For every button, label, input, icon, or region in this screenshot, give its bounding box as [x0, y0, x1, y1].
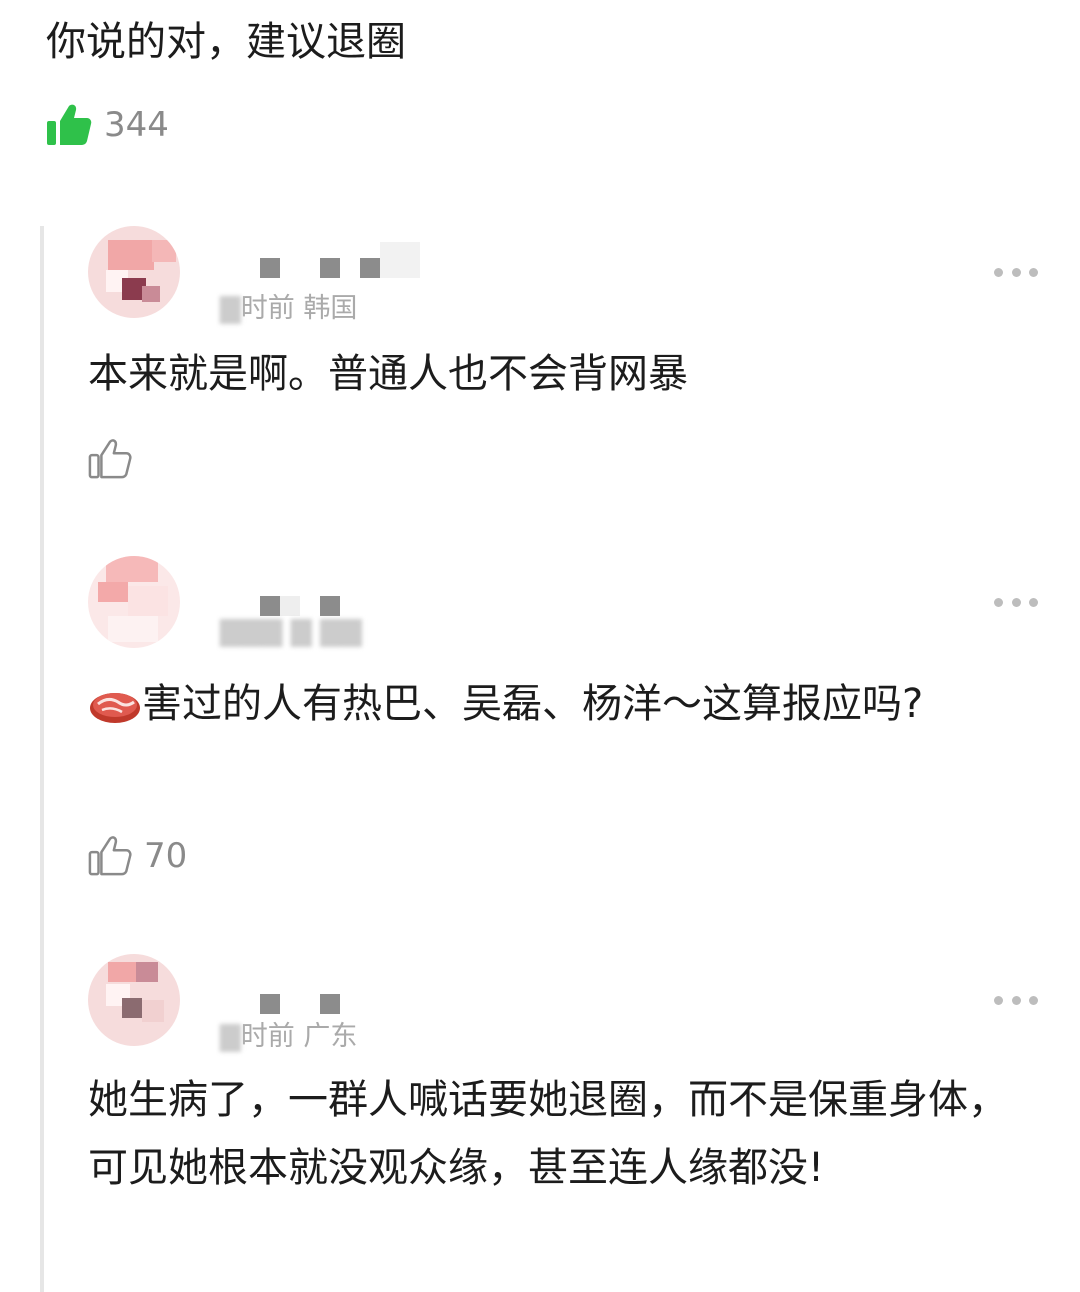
meta-redacted: ▇ — [220, 293, 241, 324]
reply-meta: ▇时前 广东 — [220, 1021, 358, 1052]
more-options-icon[interactable] — [994, 264, 1038, 280]
meat-emoji-icon — [90, 693, 140, 723]
meta-redacted: ▇▇▇ ▇ ▇▇ — [220, 616, 362, 647]
reply-meta-redacted: ▇▇▇ ▇ ▇▇ — [220, 616, 362, 647]
username-redacted[interactable] — [220, 970, 430, 1014]
like-button[interactable]: 70 — [88, 831, 187, 881]
avatar[interactable] — [88, 226, 180, 318]
reply-text: 害过的人有热巴、吴磊、杨洋～这算报应吗? — [88, 670, 1038, 738]
reply-text: 本来就是啊。普通人也不会背网暴 — [88, 351, 688, 397]
main-like-button[interactable]: 344 — [46, 100, 169, 150]
thumbs-up-outline-icon — [88, 836, 132, 876]
username-redacted[interactable] — [220, 242, 430, 282]
username-redacted[interactable] — [220, 572, 430, 616]
like-count: 70 — [144, 836, 188, 876]
like-button[interactable] — [88, 434, 144, 484]
more-options-icon[interactable] — [994, 594, 1038, 610]
meta-redacted: ▇ — [220, 1021, 241, 1052]
thumbs-up-filled-icon — [47, 104, 92, 145]
more-options-icon[interactable] — [994, 992, 1038, 1008]
main-like-count: 344 — [104, 105, 169, 145]
avatar[interactable] — [88, 954, 180, 1046]
reply-meta: ▇时前 韩国 — [220, 293, 358, 324]
main-comment-text: 你说的对，建议退圈 — [46, 19, 406, 65]
reply-thread-line — [40, 226, 44, 1292]
reply-text: 她生病了，一群人喊话要她退圈，而不是保重身体，可见她根本就没观众缘，甚至连人缘都… — [88, 1077, 1008, 1191]
avatar[interactable] — [88, 556, 180, 648]
thumbs-up-outline-icon — [88, 439, 132, 479]
